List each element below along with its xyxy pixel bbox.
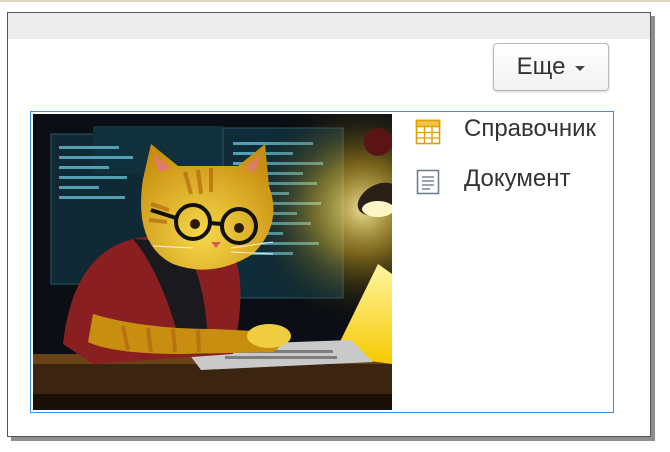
- create-menu: Справочник Документ: [411, 112, 615, 212]
- content-panel: Справочник Документ: [30, 111, 614, 413]
- dialog-window: Еще Справочник Документ: [7, 12, 651, 437]
- menu-item-document[interactable]: Документ: [411, 162, 615, 212]
- more-button-label: Еще: [516, 53, 566, 80]
- top-divider: [0, 0, 670, 2]
- menu-item-catalog-label: Справочник: [464, 115, 596, 142]
- cat-picture: [33, 114, 392, 410]
- cat-illustration: [33, 114, 392, 410]
- catalog-table-icon: [415, 119, 441, 145]
- menu-item-document-label: Документ: [464, 165, 571, 192]
- document-icon: [415, 169, 441, 195]
- more-button[interactable]: Еще: [493, 43, 609, 91]
- chevron-down-icon: [575, 66, 586, 71]
- menu-item-catalog[interactable]: Справочник: [411, 112, 615, 162]
- window-title-bar[interactable]: [8, 13, 650, 39]
